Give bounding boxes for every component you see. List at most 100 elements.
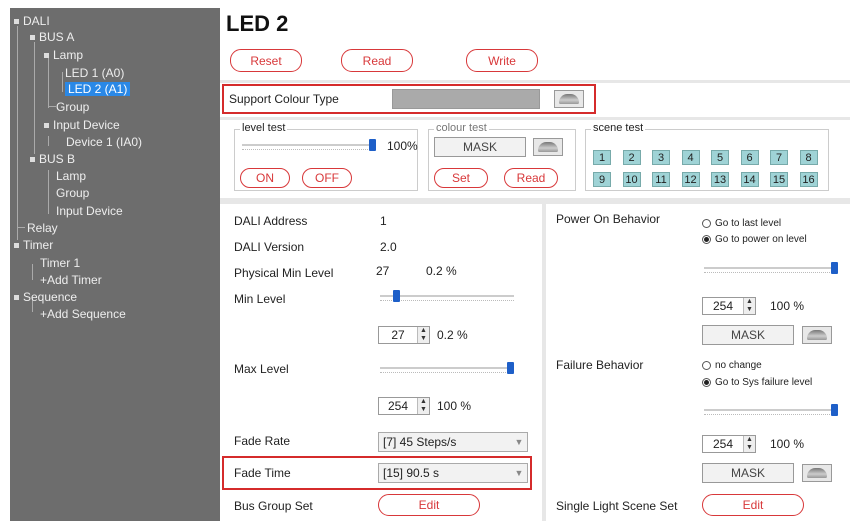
level-test-label: level test: [240, 122, 288, 134]
tree-item-dali[interactable]: DALI: [14, 14, 50, 28]
collapse-icon[interactable]: [44, 53, 49, 59]
max-level-slider[interactable]: [380, 362, 514, 374]
tree-line: [17, 227, 25, 228]
lamp-icon[interactable]: [533, 138, 563, 156]
tree-item-lamp-b[interactable]: Lamp: [56, 169, 86, 183]
scene-button-5[interactable]: 5: [711, 150, 729, 165]
scene-button-1[interactable]: 1: [593, 150, 611, 165]
physical-min-percent: 0.2 %: [426, 264, 457, 278]
tree-item-device-1[interactable]: Device 1 (IA0): [66, 135, 142, 149]
scene-button-16[interactable]: 16: [799, 172, 818, 187]
level-test-slider[interactable]: [242, 139, 376, 151]
fade-rate-select[interactable]: [7] 45 Steps/s ▼: [378, 432, 528, 452]
tree-line: [17, 26, 18, 240]
spin-arrows-icon[interactable]: ▲ ▼: [417, 398, 429, 414]
scene-button-6[interactable]: 6: [740, 150, 759, 165]
power-on-mask-field[interactable]: MASK: [702, 325, 794, 345]
spin-arrows-icon[interactable]: ▲ ▼: [743, 298, 755, 314]
lamp-icon[interactable]: [554, 90, 584, 108]
tree-item-timer[interactable]: Timer: [14, 238, 53, 252]
power-on-level-slider[interactable]: [704, 262, 838, 274]
scene-button-9[interactable]: 9: [593, 172, 611, 187]
tree-item-lamp-a[interactable]: Lamp: [44, 48, 83, 62]
slider-thumb[interactable]: [507, 362, 514, 374]
off-button[interactable]: OFF: [302, 168, 352, 188]
scene-button-4[interactable]: 4: [681, 150, 700, 165]
scene-button-14[interactable]: 14: [740, 172, 759, 187]
colour-read-button[interactable]: Read: [504, 168, 558, 188]
power-on-spinbox[interactable]: 254 ▲ ▼: [702, 297, 756, 315]
fade-time-select[interactable]: [15] 90.5 s ▼: [378, 463, 528, 483]
scene-test-label: scene test: [591, 122, 646, 134]
min-level-spinbox[interactable]: 27 ▲ ▼: [378, 326, 430, 344]
power-on-label: Power On Behavior: [556, 212, 661, 226]
radio-dot[interactable]: [702, 235, 711, 244]
tree-item-led-2[interactable]: LED 2 (A1): [65, 82, 131, 96]
failure-level-slider[interactable]: [704, 404, 838, 416]
failure-sys-level-radio[interactable]: Go to Sys failure level: [702, 377, 812, 388]
tree-label: BUS A: [39, 30, 75, 44]
tree-item-bus-a[interactable]: BUS A: [30, 30, 74, 44]
scene-button-13[interactable]: 13: [711, 172, 729, 187]
failure-no-change-radio[interactable]: no change: [702, 360, 762, 371]
tree-line: [32, 264, 33, 280]
slider-thumb[interactable]: [831, 262, 838, 274]
tree-label: Group: [56, 100, 90, 114]
radio-dot[interactable]: [702, 378, 711, 387]
tree-item-timer-1[interactable]: Timer 1: [40, 256, 80, 270]
scene-button-11[interactable]: 11: [652, 172, 670, 187]
spin-value: 254: [712, 299, 734, 313]
collapse-icon[interactable]: [14, 243, 19, 249]
scene-button-3[interactable]: 3: [652, 150, 670, 165]
bus-group-edit-button[interactable]: Edit: [378, 494, 480, 516]
tree-item-led-1[interactable]: LED 1 (A0): [65, 66, 124, 80]
slider-thumb[interactable]: [831, 404, 838, 416]
failure-mask-field[interactable]: MASK: [702, 463, 794, 483]
on-button[interactable]: ON: [240, 168, 290, 188]
spin-arrows-icon[interactable]: ▲ ▼: [417, 327, 429, 343]
collapse-icon[interactable]: [44, 123, 49, 129]
write-button[interactable]: Write: [466, 49, 538, 72]
scene-button-15[interactable]: 15: [770, 172, 788, 187]
lamp-icon[interactable]: [802, 464, 832, 482]
collapse-icon[interactable]: [14, 295, 19, 301]
tree-item-bus-b[interactable]: BUS B: [30, 152, 75, 166]
failure-spinbox[interactable]: 254 ▲ ▼: [702, 435, 756, 453]
slider-thumb[interactable]: [369, 139, 376, 151]
scene-button-12[interactable]: 12: [681, 172, 700, 187]
min-level-slider[interactable]: [380, 290, 514, 302]
scene-button-2[interactable]: 2: [622, 150, 641, 165]
tree-item-add-timer[interactable]: +Add Timer: [40, 273, 102, 287]
tree-item-input-device-a[interactable]: Input Device: [44, 118, 120, 132]
radio-dot[interactable]: [702, 361, 711, 370]
spin-arrows-icon[interactable]: ▲ ▼: [743, 436, 755, 452]
read-button[interactable]: Read: [341, 49, 413, 72]
scene-button-10[interactable]: 10: [622, 172, 641, 187]
colour-set-button[interactable]: Set: [434, 168, 488, 188]
tree-item-group-a[interactable]: Group: [56, 100, 89, 114]
slider-thumb[interactable]: [393, 290, 400, 302]
scene-button-7[interactable]: 7: [770, 150, 788, 165]
max-level-spinbox[interactable]: 254 ▲ ▼: [378, 397, 430, 415]
lamp-icon[interactable]: [802, 326, 832, 344]
scene-button-8[interactable]: 8: [799, 150, 818, 165]
tree-item-group-b[interactable]: Group: [56, 186, 89, 200]
collapse-icon[interactable]: [30, 35, 35, 41]
power-on-last-level-radio[interactable]: Go to last level: [702, 218, 781, 229]
tree-item-relay[interactable]: Relay: [27, 221, 58, 235]
reset-button[interactable]: Reset: [230, 49, 302, 72]
power-on-level-radio[interactable]: Go to power on level: [702, 234, 807, 245]
scene-set-edit-button[interactable]: Edit: [702, 494, 804, 516]
min-level-label: Min Level: [234, 292, 286, 306]
tree-item-add-sequence[interactable]: +Add Sequence: [40, 307, 126, 321]
radio-label: Go to power on level: [715, 234, 807, 245]
device-tree: DALI BUS A Lamp LED 1 (A0) LED 2 (A1) Gr…: [10, 8, 220, 521]
support-colour-select[interactable]: [392, 89, 540, 109]
tree-item-input-device-b[interactable]: Input Device: [56, 204, 123, 218]
radio-dot[interactable]: [702, 219, 711, 228]
tree-label: BUS B: [39, 152, 76, 166]
colour-mask-field[interactable]: MASK: [434, 137, 526, 157]
collapse-icon[interactable]: [14, 19, 19, 25]
collapse-icon[interactable]: [30, 157, 35, 163]
tree-item-sequence[interactable]: Sequence: [14, 290, 77, 304]
